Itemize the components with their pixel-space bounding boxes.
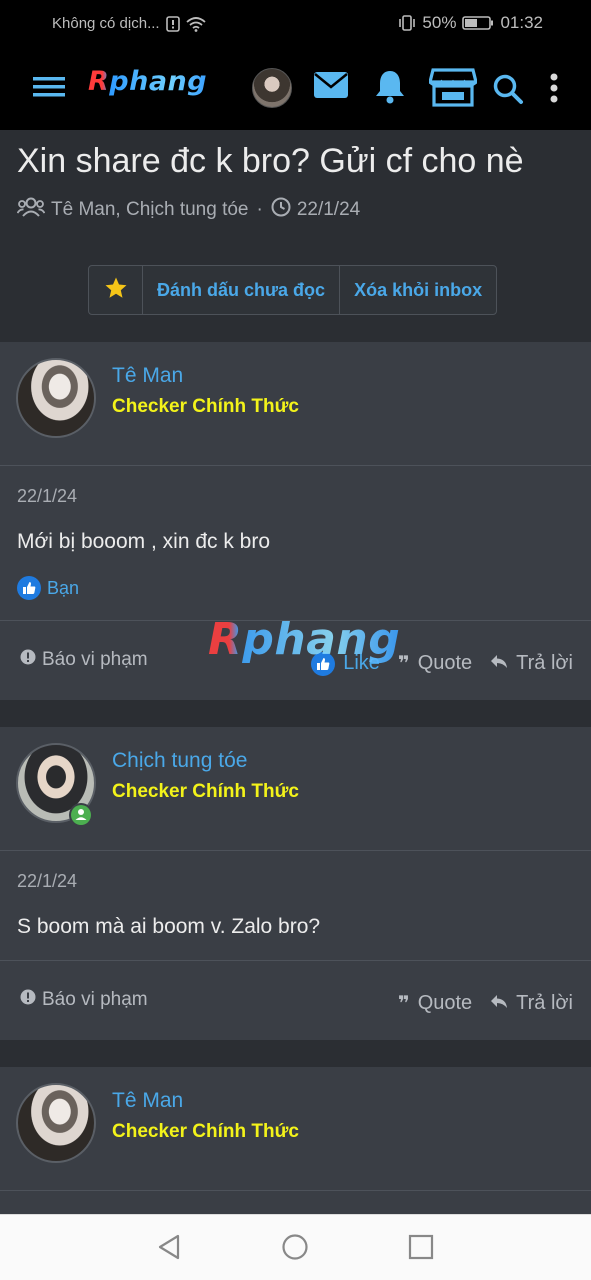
post-footer: Báo vi phạm ❞ Quote Trả lời — [0, 960, 591, 1040]
quote-button[interactable]: ❞ Quote — [398, 651, 472, 676]
reply-button[interactable]: Trả lời — [490, 652, 573, 675]
like-icon — [17, 576, 41, 600]
user-role: Checker Chính Thức — [112, 1121, 299, 1142]
carrier-text: Không có dịch... — [52, 15, 160, 32]
avatar — [252, 68, 292, 108]
post-header: Tê Man Checker Chính Thức — [0, 1067, 591, 1191]
thread-participants[interactable]: Tê Man, Chịch tung tóe — [51, 199, 249, 221]
avatar[interactable] — [16, 358, 96, 438]
wifi-icon — [185, 16, 206, 32]
users-icon — [16, 196, 46, 224]
post-date[interactable]: 22/1/24 — [17, 486, 77, 507]
battery-icon — [462, 15, 494, 31]
report-button[interactable]: Báo vi phạm — [20, 989, 148, 1011]
remove-inbox-button[interactable]: Xóa khỏi inbox — [340, 266, 496, 314]
report-label: Báo vi phạm — [42, 649, 148, 670]
bell-icon[interactable] — [374, 68, 406, 104]
thread-action-bar: Đánh dấu chưa đọc Xóa khỏi inbox — [88, 265, 498, 315]
alert-icon — [20, 989, 36, 1011]
search-icon[interactable] — [492, 73, 524, 105]
post-author[interactable]: Tê Man — [112, 364, 183, 388]
thread-title: Xin share đc k bro? Gửi cf cho nè — [17, 142, 524, 180]
reaction-user[interactable]: Bạn — [47, 578, 79, 599]
reply-label: Trả lời — [516, 992, 573, 1014]
reply-icon — [490, 652, 508, 675]
post-header: Tê Man Checker Chính Thức — [0, 342, 591, 466]
store-icon[interactable] — [429, 66, 477, 108]
reply-label: Trả lời — [516, 652, 573, 674]
user-role: Checker Chính Thức — [112, 396, 299, 417]
avatar[interactable] — [16, 1083, 96, 1163]
message-post: Tê Man Checker Chính Thức — [0, 1067, 591, 1217]
quote-button[interactable]: ❞ Quote — [398, 991, 472, 1016]
post-date[interactable]: 22/1/24 — [17, 871, 77, 892]
thread-meta: Tê Man, Chịch tung tóe · 22/1/24 — [16, 196, 361, 224]
thread-date: 22/1/24 — [296, 199, 361, 220]
battery-percent: 50% — [422, 13, 457, 32]
report-button[interactable]: Báo vi phạm — [20, 649, 148, 671]
alert-icon — [20, 649, 36, 671]
more-vertical-icon[interactable] — [549, 72, 559, 104]
mark-unread-button[interactable]: Đánh dấu chưa đọc — [143, 266, 341, 314]
star-button[interactable] — [89, 266, 143, 314]
clock: 01:32 — [500, 13, 543, 32]
reaction-summary[interactable]: Bạn — [17, 576, 79, 600]
post-author[interactable]: Chịch tung tóe — [112, 749, 247, 773]
home-icon[interactable] — [281, 1233, 309, 1266]
message-post: Chịch tung tóe Checker Chính Thức 22/1/2… — [0, 727, 591, 1040]
meta-separator: · — [256, 199, 263, 220]
online-status-icon — [68, 802, 94, 833]
post-actions: ❞ Quote Trả lời — [398, 991, 573, 1016]
post-text: Mới bị booom , xin đc k bro — [17, 530, 271, 553]
status-bar: Không có dịch... 50% 01:32 — [0, 0, 591, 48]
quote-label: Quote — [417, 992, 473, 1014]
user-avatar[interactable] — [252, 68, 292, 108]
watermark-logo: Rphang — [208, 614, 401, 665]
post-author[interactable]: Tê Man — [112, 1089, 183, 1113]
top-navbar: Rphang — [0, 48, 591, 130]
clock-icon — [271, 197, 291, 223]
user-role: Checker Chính Thức — [112, 781, 299, 802]
menu-icon[interactable] — [33, 75, 65, 99]
alert-icon — [165, 15, 180, 32]
reply-button[interactable]: Trả lời — [490, 992, 573, 1015]
mail-icon[interactable] — [313, 70, 349, 100]
report-label: Báo vi phạm — [42, 989, 148, 1010]
system-navigation-bar — [0, 1214, 591, 1280]
vibrate-icon — [398, 14, 416, 32]
back-icon[interactable] — [156, 1233, 182, 1266]
star-icon — [104, 276, 128, 305]
quote-label: Quote — [417, 652, 473, 674]
recents-icon[interactable] — [408, 1233, 434, 1266]
reply-icon — [490, 992, 508, 1015]
post-text: S boom mà ai boom v. Zalo bro? — [17, 915, 321, 938]
site-logo[interactable]: Rphang — [88, 66, 207, 97]
quote-icon: ❞ — [397, 993, 410, 1015]
